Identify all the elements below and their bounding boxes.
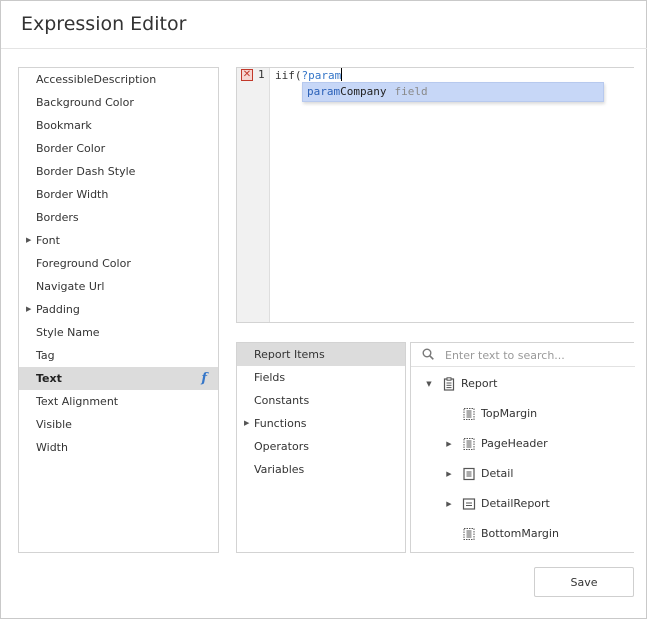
tree-search-input[interactable]: [445, 346, 630, 364]
expand-arrow-icon[interactable]: ▶: [444, 434, 454, 454]
tree-node-label: Report: [461, 377, 498, 390]
search-icon: [422, 348, 434, 360]
property-item-font[interactable]: ▶ Font: [19, 229, 218, 252]
property-item-tag[interactable]: Tag: [19, 344, 218, 367]
band-icon: [462, 527, 476, 541]
autocomplete-match: param: [307, 85, 341, 98]
category-label: Constants: [254, 394, 310, 407]
expand-arrow-icon[interactable]: ▶: [26, 229, 31, 252]
property-label: Font: [36, 234, 60, 247]
dialog-title: Expression Editor: [21, 13, 187, 35]
property-item-border-dash-style[interactable]: Border Dash Style: [19, 160, 218, 183]
autocomplete-type: field: [394, 85, 428, 98]
property-item-navigate-url[interactable]: Navigate Url: [19, 275, 218, 298]
category-label: Variables: [254, 463, 305, 476]
property-label: Style Name: [36, 326, 100, 339]
property-item-borders[interactable]: Borders: [19, 206, 218, 229]
category-list: Report Items Fields Constants ▶ Functions Ope…: [236, 342, 406, 553]
expand-arrow-icon[interactable]: ▶: [444, 464, 454, 484]
property-item-text[interactable]: Text f: [19, 367, 218, 390]
code-line[interactable]: iif(?param: [275, 68, 343, 82]
expression-editor-dialog: Expression Editor AccessibleDescription B…: [0, 0, 647, 619]
property-list: AccessibleDescription Background Color Boo…: [18, 67, 219, 553]
detail-report-icon: [462, 497, 476, 511]
editor-gutter: ✕ 1: [237, 68, 270, 322]
tree-node-label: DetailReport: [481, 497, 550, 510]
property-item-bookmark[interactable]: Bookmark: [19, 114, 218, 137]
tree-node-label: BottomMargin: [481, 527, 559, 540]
property-item-padding[interactable]: ▶ Padding: [19, 298, 218, 321]
band-icon: [462, 407, 476, 421]
property-label: Tag: [36, 349, 55, 362]
property-item-style-name[interactable]: Style Name: [19, 321, 218, 344]
report-icon: [442, 377, 456, 391]
property-label: Borders: [36, 211, 79, 224]
code-prefix: iif(: [275, 69, 302, 82]
property-item-border-color[interactable]: Border Color: [19, 137, 218, 160]
property-label: Background Color: [36, 96, 134, 109]
category-label: Functions: [254, 417, 307, 430]
band-icon: [462, 437, 476, 451]
autocomplete-suggestion[interactable]: paramCompany field: [302, 82, 604, 102]
category-label: Fields: [254, 371, 286, 384]
expand-arrow-icon[interactable]: ▶: [26, 298, 31, 321]
property-item-text-alignment[interactable]: Text Alignment: [19, 390, 218, 413]
autocomplete-rest: Company: [340, 85, 387, 98]
save-button[interactable]: Save: [534, 567, 634, 597]
category-item-operators[interactable]: Operators: [237, 435, 405, 458]
report-items-tree: ▼ Report TopMargin ▶ PageHeader ▶ Detail ▶ Detai…: [410, 342, 635, 553]
error-marker-icon[interactable]: ✕: [241, 69, 253, 81]
property-item-border-width[interactable]: Border Width: [19, 183, 218, 206]
property-item-visible[interactable]: Visible: [19, 413, 218, 436]
expression-code-editor[interactable]: ✕ 1 iif(?param paramCompany field: [236, 67, 634, 323]
property-label: Text Alignment: [36, 395, 119, 408]
category-item-report-items[interactable]: Report Items: [237, 343, 405, 366]
code-param: ?param: [301, 69, 342, 82]
category-item-constants[interactable]: Constants: [237, 389, 405, 412]
property-label: Padding: [36, 303, 80, 316]
category-item-functions[interactable]: ▶ Functions: [237, 412, 405, 435]
property-label: Width: [36, 441, 68, 454]
detail-icon: [462, 467, 476, 481]
property-item-foreground-color[interactable]: Foreground Color: [19, 252, 218, 275]
category-label: Report Items: [254, 348, 325, 361]
title-divider: [1, 48, 647, 49]
category-item-variables[interactable]: Variables: [237, 458, 405, 481]
expand-arrow-icon[interactable]: ▶: [244, 412, 249, 435]
tree-node-label: PageHeader: [481, 437, 548, 450]
tree-search-box: [411, 343, 635, 367]
property-label: Visible: [36, 418, 72, 431]
property-label: Foreground Color: [36, 257, 131, 270]
property-label: AccessibleDescription: [36, 73, 157, 86]
tree-node-label: Detail: [481, 467, 514, 480]
expand-arrow-icon[interactable]: ▶: [444, 494, 454, 514]
category-label: Operators: [254, 440, 309, 453]
function-icon: f: [201, 371, 207, 386]
property-label: Border Dash Style: [36, 165, 136, 178]
property-item-width[interactable]: Width: [19, 436, 218, 459]
text-cursor: [341, 68, 343, 81]
line-number: 1: [258, 68, 265, 81]
property-label: Bookmark: [36, 119, 92, 132]
collapse-arrow-icon[interactable]: ▼: [424, 374, 434, 394]
property-item-accessibledescription[interactable]: AccessibleDescription: [19, 68, 218, 91]
property-label: Border Color: [36, 142, 106, 155]
tree-node-label: TopMargin: [481, 407, 538, 420]
property-item-background-color[interactable]: Background Color: [19, 91, 218, 114]
property-label: Text: [36, 372, 62, 385]
property-label: Navigate Url: [36, 280, 105, 293]
property-label: Border Width: [36, 188, 109, 201]
category-item-fields[interactable]: Fields: [237, 366, 405, 389]
